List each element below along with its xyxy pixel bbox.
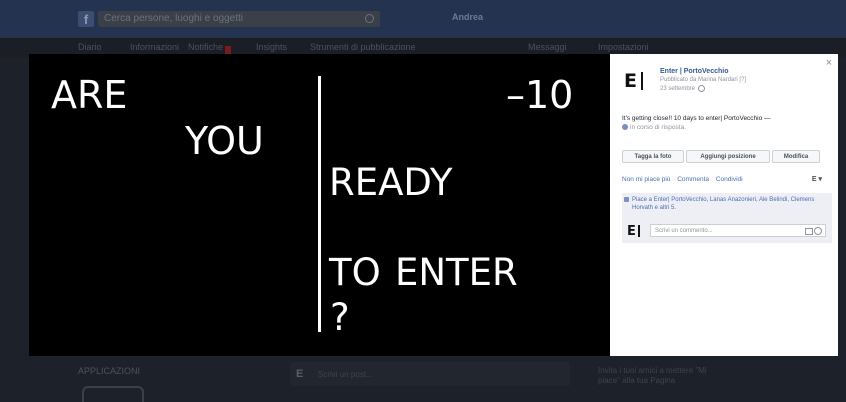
page-avatar-letter: E: [624, 70, 637, 92]
commenter-avatar: E: [627, 223, 643, 239]
invite-friends-text: Invita i tuoi amici a mettere "Mi piace"…: [598, 366, 707, 385]
apps-section-title: APPLICAZIONI: [78, 366, 141, 376]
like-thumb-icon: [624, 197, 629, 202]
photo-word-enter: ENTER: [395, 251, 518, 294]
commenter-avatar-letter: E: [627, 224, 636, 239]
nav-diario[interactable]: Diario: [78, 42, 102, 52]
photo-divider-line: [318, 76, 321, 332]
photo-word-you: YOU: [185, 119, 264, 163]
emoji-icon[interactable]: [814, 227, 822, 235]
composer-page-logo: E: [296, 368, 304, 380]
page-avatar-bar: [641, 72, 643, 90]
page-name-link[interactable]: Enter | PortoVecchio: [660, 68, 728, 75]
comment-input[interactable]: Scrivi un commento...: [650, 224, 826, 237]
nav-publishing-tools[interactable]: Strumenti di pubblicazione: [310, 42, 416, 52]
photo-image[interactable]: ARE YOU –10 READY TO ENTER ?: [29, 54, 610, 356]
nav-informazioni[interactable]: Informazioni: [130, 42, 179, 52]
post-text: It's getting close!! 10 days to enter| P…: [622, 115, 771, 122]
nav-settings[interactable]: Impostazioni: [598, 42, 649, 52]
camera-icon[interactable]: [805, 228, 813, 235]
likes-text[interactable]: Piace a Enter| PortoVecchio, Lanas Anazo…: [632, 196, 828, 212]
composer-placeholder: Scrivi un post...: [318, 370, 373, 379]
page-avatar[interactable]: E: [624, 70, 648, 92]
edit-button[interactable]: Modifica: [772, 150, 820, 163]
globe-icon: [698, 85, 706, 92]
photo-word-to: TO: [329, 251, 381, 294]
composer-box[interactable]: E Scrivi un post...: [290, 362, 570, 386]
comment-link[interactable]: Commenta: [677, 176, 709, 183]
search-input[interactable]: Cerca persone, luoghi e oggetti: [98, 11, 380, 27]
share-link[interactable]: Condividi: [716, 176, 743, 183]
close-icon[interactable]: ×: [826, 57, 832, 69]
photo-detail-panel: × E Enter | PortoVecchio Pubblicato da M…: [610, 54, 838, 356]
page-voice-selector[interactable]: E ▾: [812, 175, 822, 183]
comment-composer: E Scrivi un commento...: [622, 221, 832, 243]
add-location-button[interactable]: Aggiungi posizione: [686, 150, 770, 163]
post-date[interactable]: 23 settembre: [660, 85, 706, 92]
likes-summary: Piace a Enter| PortoVecchio, Lanas Anazo…: [622, 193, 832, 221]
commenter-avatar-bar: [638, 225, 640, 237]
facebook-top-bar: f Cerca persone, luoghi e oggetti Andrea: [0, 0, 846, 38]
photo-word-are: ARE: [51, 73, 128, 117]
photo-question-mark: ?: [330, 296, 350, 339]
nav-messages[interactable]: Messaggi: [528, 42, 567, 52]
facebook-logo-icon[interactable]: f: [78, 11, 94, 27]
search-icon[interactable]: [365, 14, 374, 23]
tag-photo-button[interactable]: Tagga la foto: [622, 150, 684, 163]
feeling-icon: [622, 124, 628, 131]
app-thumbnail[interactable]: [82, 386, 144, 402]
unlike-link[interactable]: Non mi piace più: [622, 176, 670, 183]
profile-link[interactable]: Andrea: [452, 12, 483, 22]
nav-notifiche[interactable]: Notifiche: [188, 42, 232, 55]
posted-by-text: Pubblicato da Marina Nardari [?]: [660, 77, 747, 83]
search-placeholder: Cerca persone, luoghi e oggetti: [104, 13, 243, 24]
photo-word-ready: READY: [329, 161, 453, 204]
photo-countdown: –10: [506, 73, 574, 117]
nav-insights[interactable]: Insights: [256, 42, 287, 52]
post-actions: Non mi piace più Commenta Condividi: [622, 176, 748, 183]
post-feeling: in corso di risposta.: [622, 124, 686, 131]
comment-placeholder: Scrivi un commento...: [655, 228, 713, 234]
